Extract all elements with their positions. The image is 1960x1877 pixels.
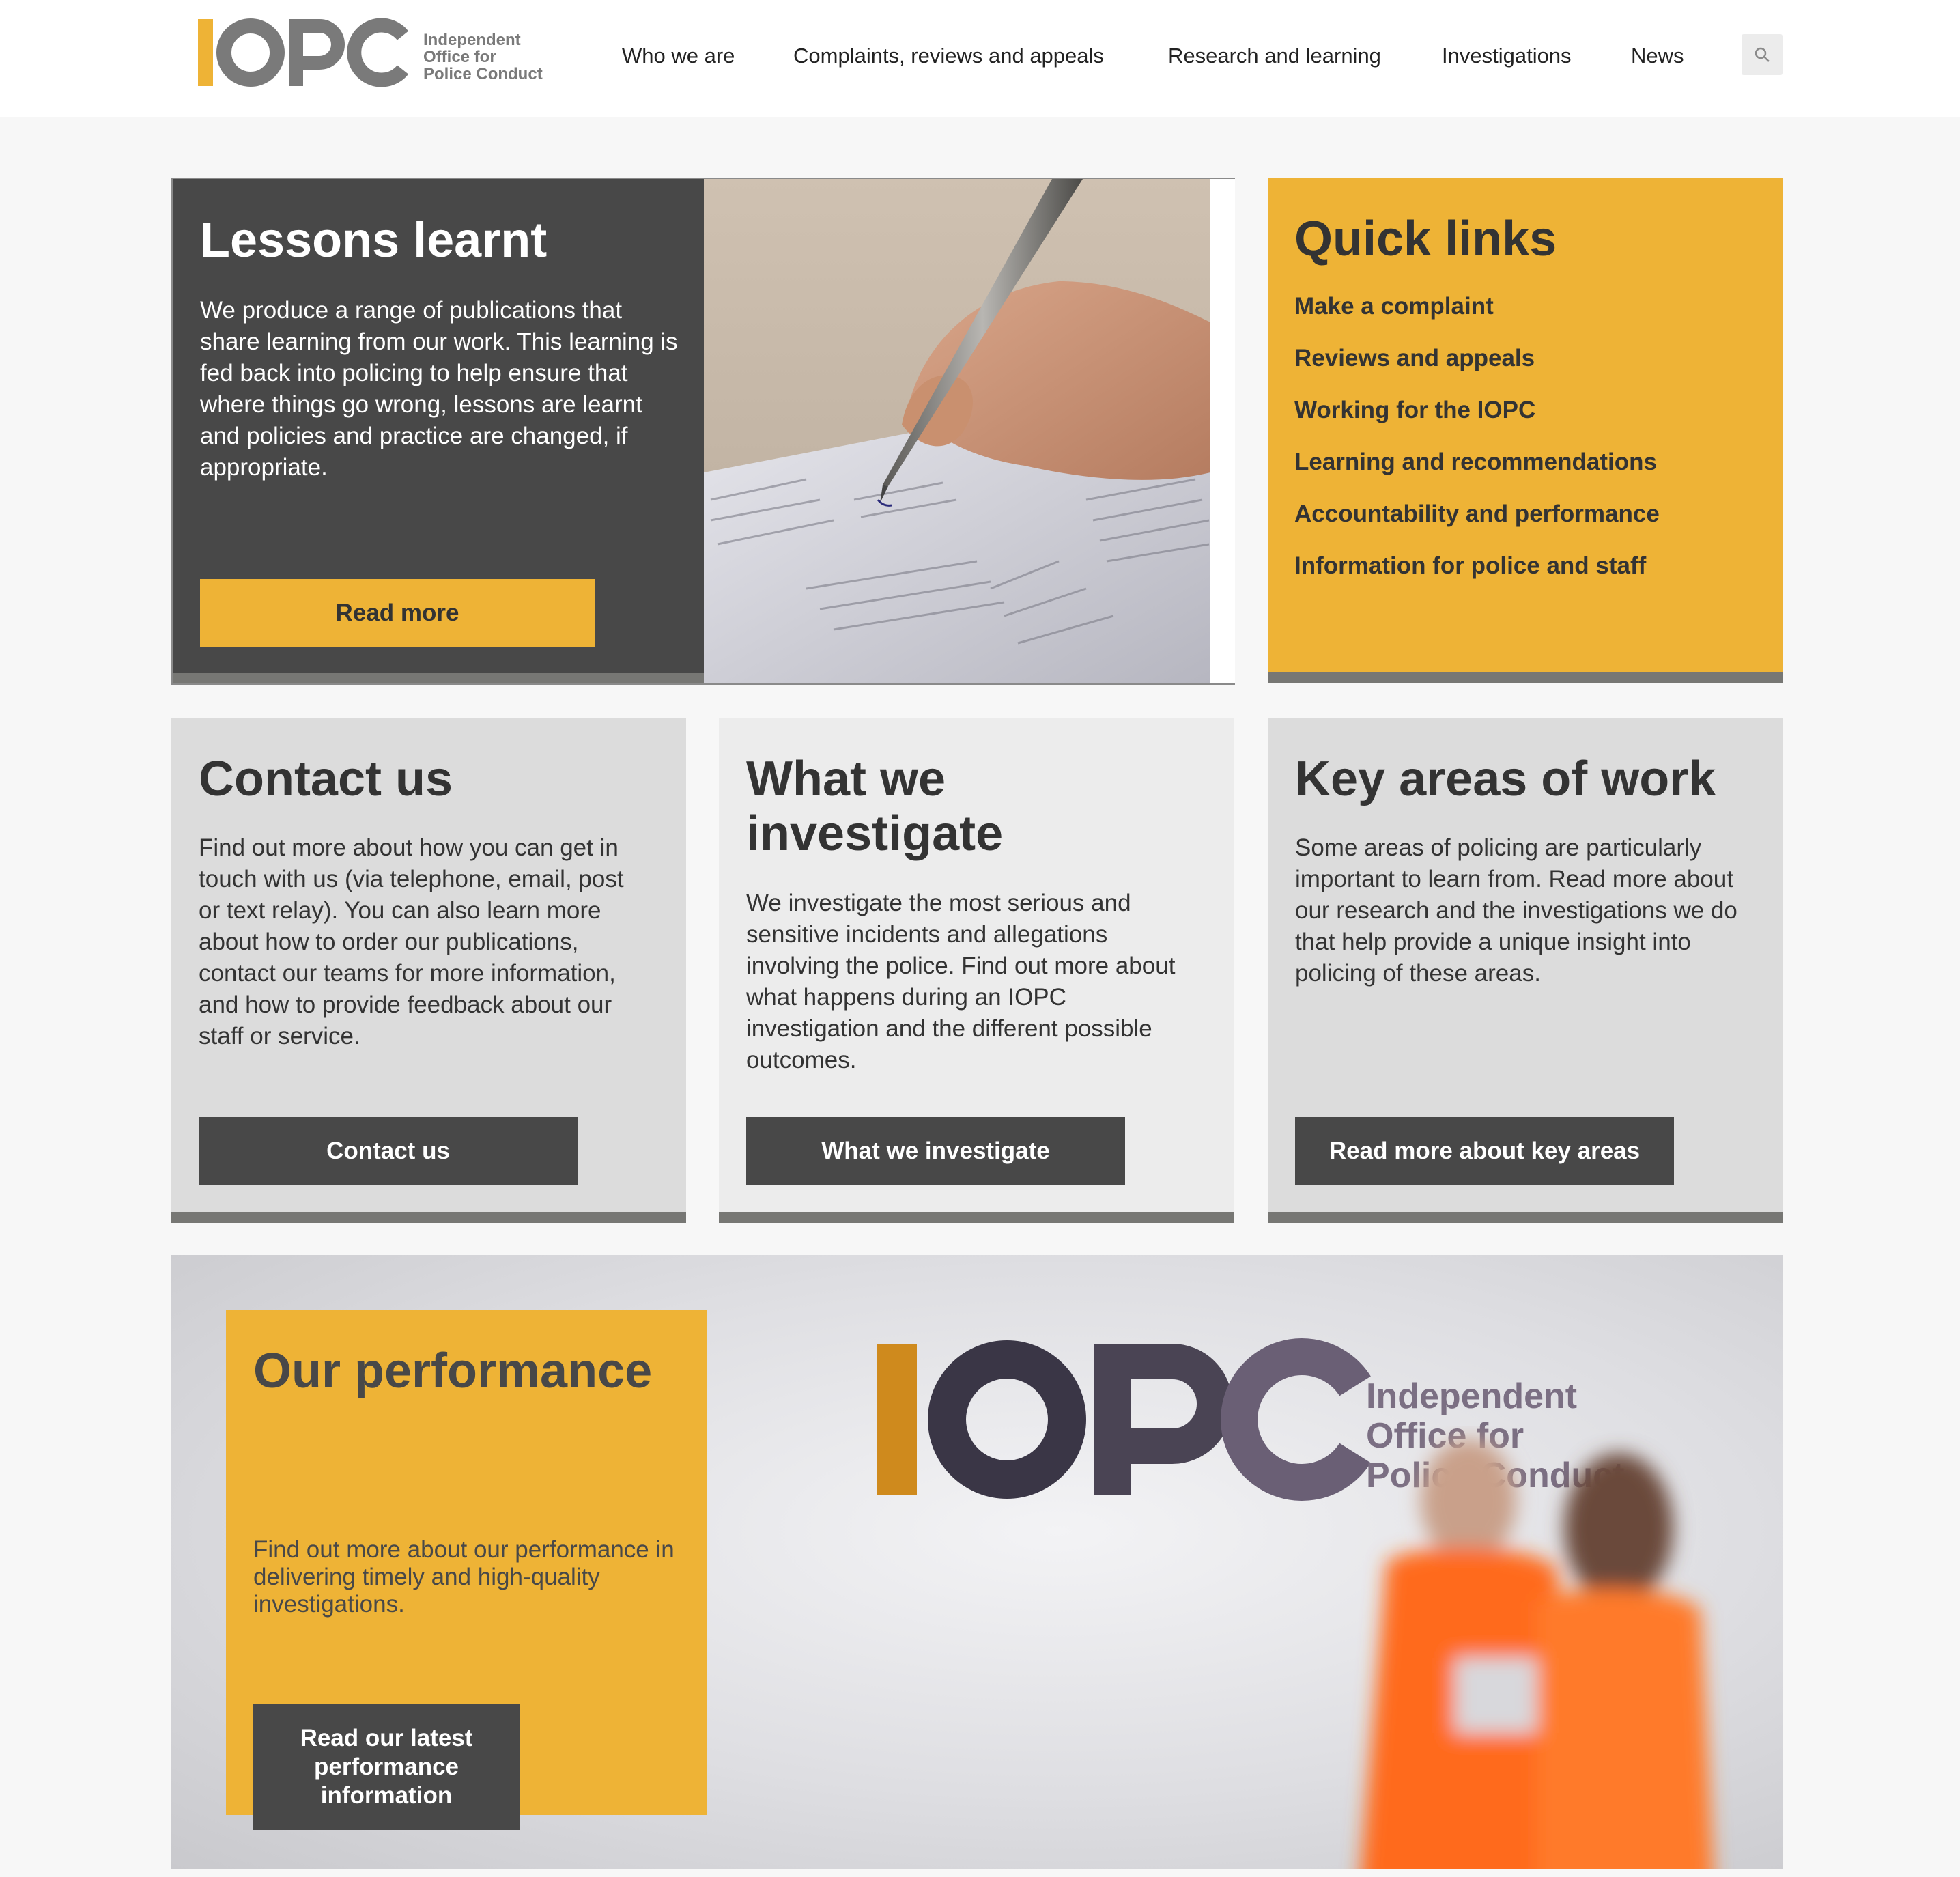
quick-link-learning-recommendations[interactable]: Learning and recommendations (1294, 448, 1660, 477)
search-icon (1755, 47, 1770, 62)
nav-who-we-are[interactable]: Who we are (622, 44, 735, 68)
card-bottom-bar (1268, 672, 1783, 683)
lessons-read-more-button[interactable]: Read more (200, 579, 595, 647)
lessons-learnt-card: Lessons learnt We produce a range of pub… (171, 178, 1235, 685)
site-header: Independent Office for Police Conduct Wh… (0, 0, 1960, 117)
photo-edge (1210, 179, 1235, 683)
contact-us-card: Contact us Find out more about how you c… (171, 718, 686, 1223)
nav-complaints-reviews-appeals[interactable]: Complaints, reviews and appeals (793, 44, 1104, 68)
logo-line: Police Conduct (423, 65, 543, 83)
key-areas-title: Key areas of work (1295, 752, 1716, 806)
iopc-logo-mark (198, 18, 409, 87)
quick-links-title: Quick links (1294, 212, 1557, 266)
contact-body: Find out more about how you can get in t… (199, 834, 624, 1049)
contact-us-button[interactable]: Contact us (199, 1117, 578, 1185)
quick-link-info-police-staff[interactable]: Information for police and staff (1294, 552, 1660, 580)
performance-banner: Independent Office for Police Conduct Ou… (171, 1255, 1783, 1869)
nav-research-and-learning[interactable]: Research and learning (1168, 44, 1381, 68)
quick-link-make-complaint[interactable]: Make a complaint (1294, 292, 1660, 321)
performance-body: Find out more about our performance in d… (253, 1536, 674, 1618)
card-bottom-bar (1268, 1212, 1783, 1223)
our-performance-card: Our performance Find out more about our … (226, 1310, 707, 1830)
logo-line: Independent (423, 31, 521, 49)
card-bottom-bar (173, 673, 704, 683)
card-bottom-bar (171, 1212, 686, 1223)
investigate-title: What we investigate (746, 752, 1004, 861)
card-bottom-bar (226, 1310, 707, 1319)
quick-links-card: Quick links Make a complaint Reviews and… (1268, 178, 1783, 683)
logo-line: Office for (423, 48, 496, 66)
quick-link-accountability-performance[interactable]: Accountability and performance (1294, 500, 1660, 528)
what-we-investigate-button[interactable]: What we investigate (746, 1117, 1125, 1185)
lessons-title: Lessons learnt (200, 213, 548, 268)
wall-logo-line: Independent (1366, 1377, 1578, 1416)
quick-links-list: Make a complaint Reviews and appeals Wor… (1294, 292, 1660, 604)
key-areas-button[interactable]: Read more about key areas (1295, 1117, 1674, 1185)
logo-wordmark: Independent Office for Police Conduct (423, 31, 543, 83)
lessons-body: We produce a range of publications that … (200, 297, 678, 481)
hand-writing-photo (704, 179, 1210, 683)
blurred-officers-image (1361, 1439, 1714, 1869)
quick-link-working-for-iopc[interactable]: Working for the IOPC (1294, 396, 1660, 425)
card-bottom-bar (719, 1212, 1234, 1223)
nav-news[interactable]: News (1631, 44, 1684, 68)
contact-title: Contact us (199, 752, 453, 806)
lessons-text-column: Lessons learnt We produce a range of pub… (173, 179, 704, 683)
investigate-body: We investigate the most serious and sens… (746, 890, 1176, 1073)
search-button[interactable] (1742, 34, 1783, 75)
iopc-logo[interactable]: Independent Office for Police Conduct (198, 16, 553, 89)
key-areas-card: Key areas of work Some areas of policing… (1268, 718, 1783, 1223)
key-areas-body: Some areas of policing are particularly … (1295, 834, 1737, 987)
what-we-investigate-card: What we investigate We investigate the m… (719, 718, 1234, 1223)
performance-title: Our performance (253, 1344, 653, 1398)
nav-investigations[interactable]: Investigations (1442, 44, 1572, 68)
performance-info-button[interactable]: Read our latest performance information (253, 1704, 520, 1830)
quick-link-reviews-appeals[interactable]: Reviews and appeals (1294, 344, 1660, 373)
